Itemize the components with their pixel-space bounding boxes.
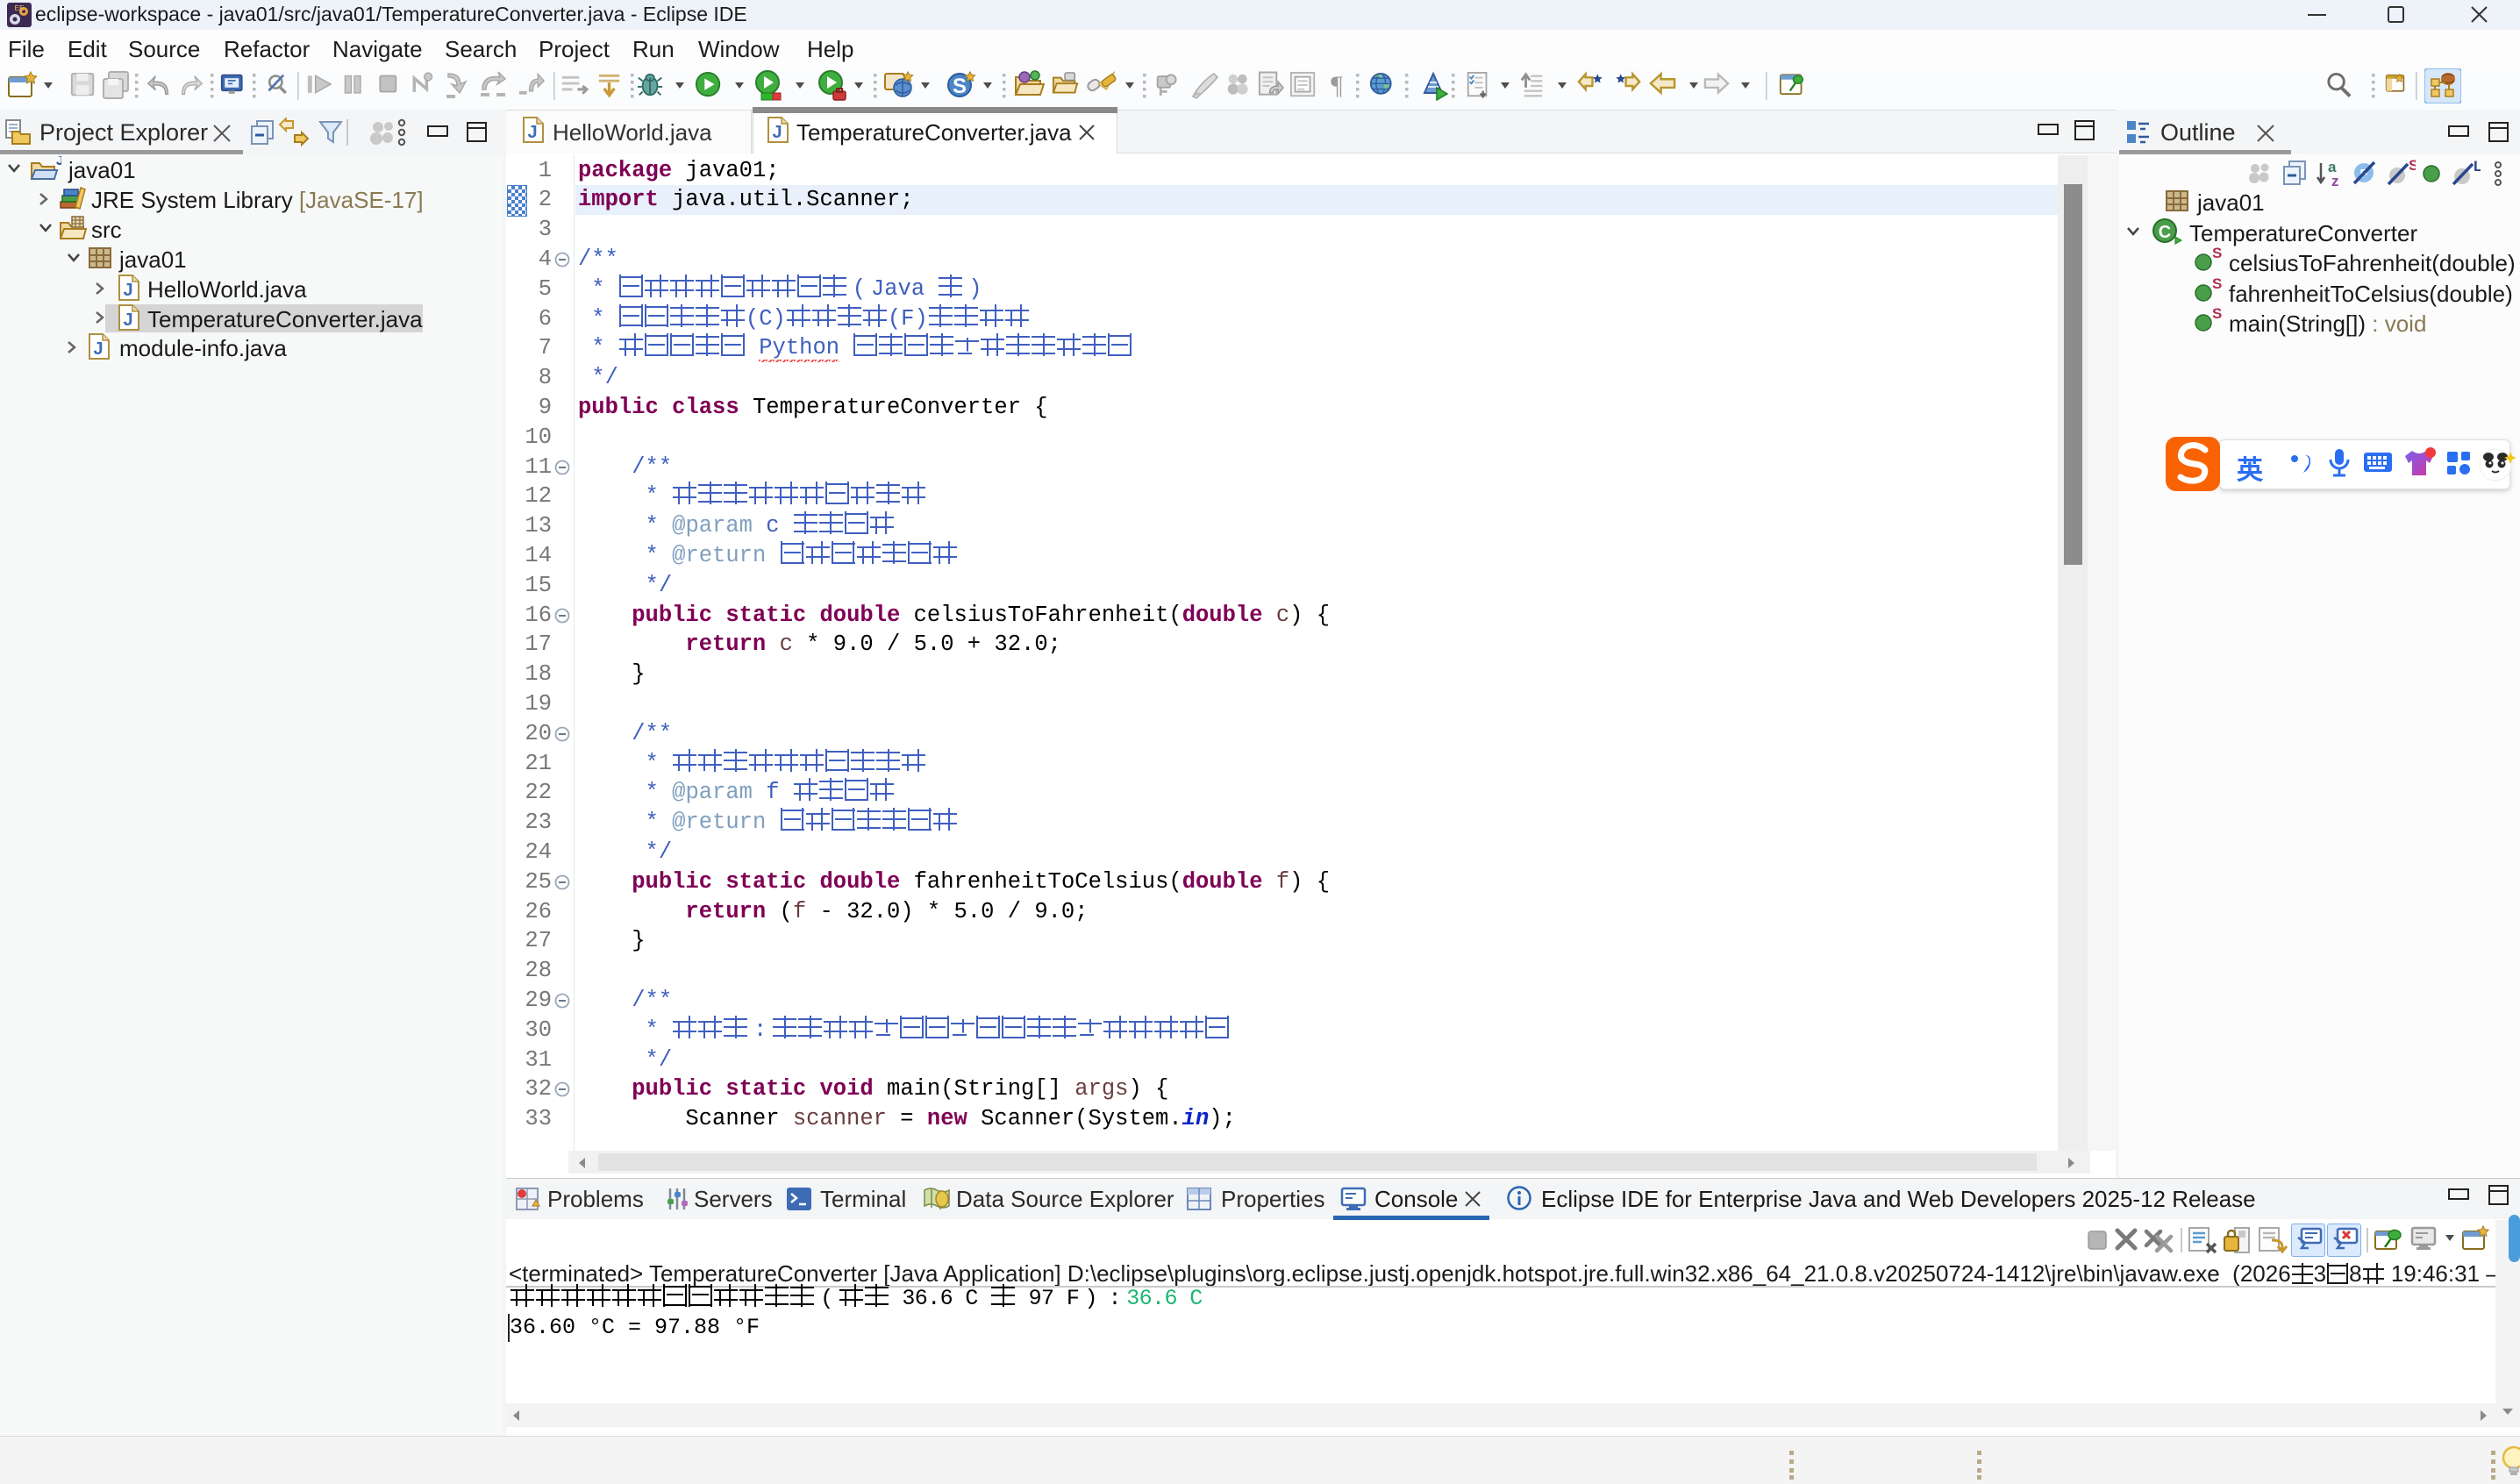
svg-text:J: J bbox=[123, 281, 132, 300]
svg-text:J: J bbox=[527, 123, 537, 142]
svg-text:J: J bbox=[93, 339, 103, 359]
svg-text:z: z bbox=[2331, 173, 2339, 188]
svg-text:C: C bbox=[2159, 223, 2171, 242]
svg-text:J: J bbox=[56, 156, 61, 168]
svg-text:L: L bbox=[2474, 160, 2481, 175]
svg-text:S: S bbox=[2409, 160, 2416, 174]
svg-text:¶: ¶ bbox=[1331, 71, 1343, 100]
svg-text:S: S bbox=[953, 75, 967, 98]
svg-text:J: J bbox=[123, 310, 132, 330]
svg-text:EE: EE bbox=[15, 4, 25, 12]
svg-text:J: J bbox=[772, 123, 782, 142]
